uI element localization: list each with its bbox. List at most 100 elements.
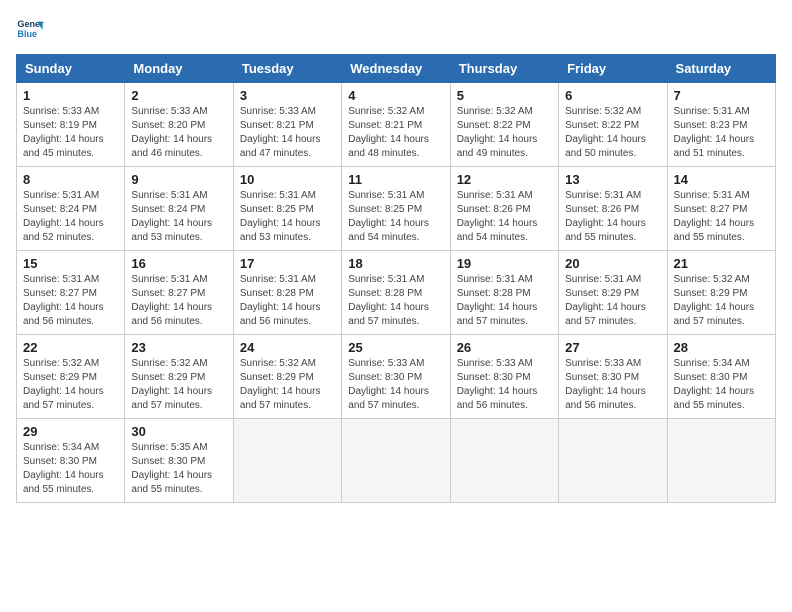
calendar-cell <box>233 419 341 503</box>
day-number: 7 <box>674 88 769 103</box>
day-number: 16 <box>131 256 226 271</box>
day-number: 18 <box>348 256 443 271</box>
day-info: Sunrise: 5:31 AM Sunset: 8:26 PM Dayligh… <box>565 189 660 245</box>
calendar-cell: 27Sunrise: 5:33 AM Sunset: 8:30 PM Dayli… <box>559 335 667 419</box>
weekday-header-friday: Friday <box>559 55 667 83</box>
calendar-cell: 5 Sunrise: 5:32 AM Sunset: 8:22 PM Daylig… <box>450 83 558 167</box>
day-info: Sunrise: 5:34 AM Sunset: 8:30 PM Dayligh… <box>23 441 118 497</box>
calendar-cell: 4 Sunrise: 5:32 AM Sunset: 8:21 PM Daylig… <box>342 83 450 167</box>
day-info: Sunrise: 5:32 AM Sunset: 8:29 PM Dayligh… <box>674 273 769 329</box>
day-info: Sunrise: 5:32 AM Sunset: 8:21 PM Dayligh… <box>348 105 443 161</box>
calendar-cell: 22Sunrise: 5:32 AM Sunset: 8:29 PM Dayli… <box>17 335 125 419</box>
day-info: Sunrise: 5:32 AM Sunset: 8:29 PM Dayligh… <box>240 357 335 413</box>
day-info: Sunrise: 5:33 AM Sunset: 8:30 PM Dayligh… <box>348 357 443 413</box>
calendar-row: 1 Sunrise: 5:33 AM Sunset: 8:19 PM Daylig… <box>17 83 776 167</box>
weekday-header-tuesday: Tuesday <box>233 55 341 83</box>
calendar-cell: 24 Sunrise: 5:32 AM Sunset: 8:29 PM Dayli… <box>233 335 341 419</box>
day-number: 4 <box>348 88 443 103</box>
calendar-cell: 9 Sunrise: 5:31 AM Sunset: 8:24 PM Daylig… <box>125 167 233 251</box>
calendar-cell <box>559 419 667 503</box>
calendar-cell: 16 Sunrise: 5:31 AM Sunset: 8:27 PM Dayli… <box>125 251 233 335</box>
calendar-cell: 3 Sunrise: 5:33 AM Sunset: 8:21 PM Daylig… <box>233 83 341 167</box>
day-info: Sunrise: 5:32 AM Sunset: 8:29 PM Dayligh… <box>131 357 226 413</box>
weekday-header-thursday: Thursday <box>450 55 558 83</box>
day-number: 30 <box>131 424 226 439</box>
day-number: 27 <box>565 340 660 355</box>
day-info: Sunrise: 5:32 AM Sunset: 8:29 PM Dayligh… <box>23 357 118 413</box>
day-info: Sunrise: 5:31 AM Sunset: 8:28 PM Dayligh… <box>240 273 335 329</box>
day-number: 15 <box>23 256 118 271</box>
day-info: Sunrise: 5:31 AM Sunset: 8:25 PM Dayligh… <box>348 189 443 245</box>
day-number: 10 <box>240 172 335 187</box>
calendar-cell: 17 Sunrise: 5:31 AM Sunset: 8:28 PM Dayli… <box>233 251 341 335</box>
calendar-cell: 6Sunrise: 5:32 AM Sunset: 8:22 PM Daylig… <box>559 83 667 167</box>
day-number: 9 <box>131 172 226 187</box>
calendar-cell: 15 Sunrise: 5:31 AM Sunset: 8:27 PM Dayli… <box>17 251 125 335</box>
logo: General Blue <box>16 16 48 44</box>
calendar-header-row: SundayMondayTuesdayWednesdayThursdayFrid… <box>17 55 776 83</box>
day-number: 1 <box>23 88 118 103</box>
day-number: 20 <box>565 256 660 271</box>
day-number: 13 <box>565 172 660 187</box>
calendar-cell <box>667 419 775 503</box>
day-info: Sunrise: 5:35 AM Sunset: 8:30 PM Dayligh… <box>131 441 226 497</box>
logo-icon: General Blue <box>16 16 44 44</box>
calendar-cell: 26Sunrise: 5:33 AM Sunset: 8:30 PM Dayli… <box>450 335 558 419</box>
calendar-row: 15 Sunrise: 5:31 AM Sunset: 8:27 PM Dayli… <box>17 251 776 335</box>
calendar-row: 29 Sunrise: 5:34 AM Sunset: 8:30 PM Dayli… <box>17 419 776 503</box>
calendar-cell: 2 Sunrise: 5:33 AM Sunset: 8:20 PM Daylig… <box>125 83 233 167</box>
day-number: 28 <box>674 340 769 355</box>
day-info: Sunrise: 5:34 AM Sunset: 8:30 PM Dayligh… <box>674 357 769 413</box>
weekday-header-saturday: Saturday <box>667 55 775 83</box>
day-number: 2 <box>131 88 226 103</box>
calendar-cell: 8 Sunrise: 5:31 AM Sunset: 8:24 PM Daylig… <box>17 167 125 251</box>
day-info: Sunrise: 5:31 AM Sunset: 8:24 PM Dayligh… <box>23 189 118 245</box>
day-info: Sunrise: 5:32 AM Sunset: 8:22 PM Dayligh… <box>457 105 552 161</box>
day-info: Sunrise: 5:31 AM Sunset: 8:28 PM Dayligh… <box>348 273 443 329</box>
svg-text:Blue: Blue <box>17 29 37 39</box>
day-number: 25 <box>348 340 443 355</box>
calendar-cell: 10 Sunrise: 5:31 AM Sunset: 8:25 PM Dayli… <box>233 167 341 251</box>
calendar-row: 8 Sunrise: 5:31 AM Sunset: 8:24 PM Daylig… <box>17 167 776 251</box>
calendar-cell: 21Sunrise: 5:32 AM Sunset: 8:29 PM Dayli… <box>667 251 775 335</box>
day-info: Sunrise: 5:31 AM Sunset: 8:25 PM Dayligh… <box>240 189 335 245</box>
calendar-cell: 29 Sunrise: 5:34 AM Sunset: 8:30 PM Dayli… <box>17 419 125 503</box>
day-number: 8 <box>23 172 118 187</box>
calendar-cell <box>342 419 450 503</box>
day-number: 6 <box>565 88 660 103</box>
day-number: 3 <box>240 88 335 103</box>
day-number: 5 <box>457 88 552 103</box>
day-info: Sunrise: 5:33 AM Sunset: 8:21 PM Dayligh… <box>240 105 335 161</box>
calendar-row: 22Sunrise: 5:32 AM Sunset: 8:29 PM Dayli… <box>17 335 776 419</box>
weekday-header-monday: Monday <box>125 55 233 83</box>
day-info: Sunrise: 5:33 AM Sunset: 8:20 PM Dayligh… <box>131 105 226 161</box>
day-number: 24 <box>240 340 335 355</box>
calendar-cell: 14Sunrise: 5:31 AM Sunset: 8:27 PM Dayli… <box>667 167 775 251</box>
weekday-header-wednesday: Wednesday <box>342 55 450 83</box>
calendar-table: SundayMondayTuesdayWednesdayThursdayFrid… <box>16 54 776 503</box>
calendar-cell <box>450 419 558 503</box>
day-number: 29 <box>23 424 118 439</box>
day-info: Sunrise: 5:31 AM Sunset: 8:28 PM Dayligh… <box>457 273 552 329</box>
day-info: Sunrise: 5:33 AM Sunset: 8:30 PM Dayligh… <box>457 357 552 413</box>
day-info: Sunrise: 5:31 AM Sunset: 8:27 PM Dayligh… <box>131 273 226 329</box>
day-number: 14 <box>674 172 769 187</box>
day-number: 11 <box>348 172 443 187</box>
calendar-cell: 11 Sunrise: 5:31 AM Sunset: 8:25 PM Dayli… <box>342 167 450 251</box>
day-info: Sunrise: 5:31 AM Sunset: 8:24 PM Dayligh… <box>131 189 226 245</box>
calendar-cell: 1 Sunrise: 5:33 AM Sunset: 8:19 PM Daylig… <box>17 83 125 167</box>
day-number: 17 <box>240 256 335 271</box>
day-info: Sunrise: 5:31 AM Sunset: 8:23 PM Dayligh… <box>674 105 769 161</box>
calendar-cell: 18 Sunrise: 5:31 AM Sunset: 8:28 PM Dayli… <box>342 251 450 335</box>
day-info: Sunrise: 5:33 AM Sunset: 8:19 PM Dayligh… <box>23 105 118 161</box>
calendar-cell: 7 Sunrise: 5:31 AM Sunset: 8:23 PM Daylig… <box>667 83 775 167</box>
day-info: Sunrise: 5:31 AM Sunset: 8:26 PM Dayligh… <box>457 189 552 245</box>
calendar-cell: 19Sunrise: 5:31 AM Sunset: 8:28 PM Dayli… <box>450 251 558 335</box>
day-info: Sunrise: 5:31 AM Sunset: 8:29 PM Dayligh… <box>565 273 660 329</box>
calendar-cell: 25 Sunrise: 5:33 AM Sunset: 8:30 PM Dayli… <box>342 335 450 419</box>
calendar-cell: 13 Sunrise: 5:31 AM Sunset: 8:26 PM Dayli… <box>559 167 667 251</box>
day-number: 12 <box>457 172 552 187</box>
calendar-cell: 23Sunrise: 5:32 AM Sunset: 8:29 PM Dayli… <box>125 335 233 419</box>
calendar-cell: 28 Sunrise: 5:34 AM Sunset: 8:30 PM Dayli… <box>667 335 775 419</box>
day-info: Sunrise: 5:31 AM Sunset: 8:27 PM Dayligh… <box>23 273 118 329</box>
